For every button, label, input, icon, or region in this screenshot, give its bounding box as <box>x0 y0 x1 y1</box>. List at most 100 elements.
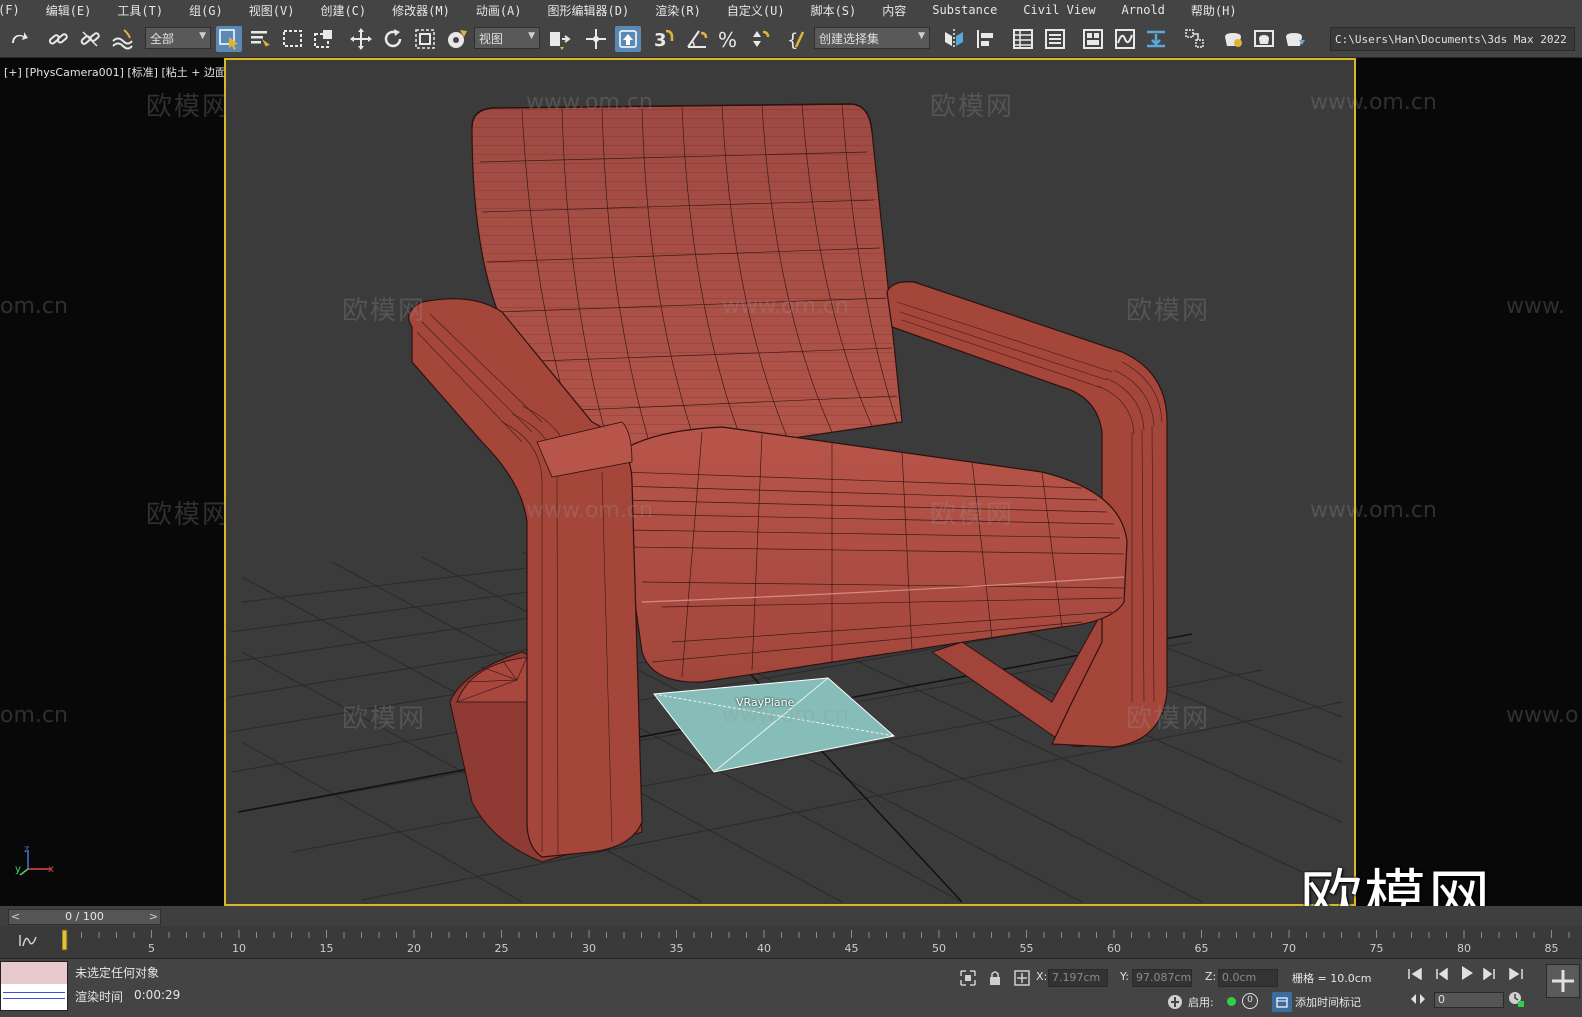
y-coord-field[interactable]: 97.087cm <box>1132 969 1192 987</box>
current-frame-field[interactable]: 0 <box>1434 992 1504 1008</box>
edit-named-selection-icon[interactable]: { <box>785 26 811 52</box>
track-bar[interactable]: 5 10 15 20 25 30 35 40 45 50 55 60 65 70 75 80 85 <box>0 926 1582 959</box>
svg-text:3: 3 <box>654 30 667 51</box>
ruler-tick-label: 60 <box>1107 942 1121 955</box>
menu-item[interactable]: 自定义(U) <box>715 2 799 19</box>
mirror-icon[interactable] <box>941 26 967 52</box>
menu-item[interactable]: 动画(A) <box>464 2 536 19</box>
lock-selection-icon[interactable] <box>985 968 1005 988</box>
named-selection-dropdown[interactable]: 创建选择集 ▼ <box>814 27 930 49</box>
align-icon[interactable] <box>973 26 999 52</box>
ruler-tick-label: 5 <box>148 942 155 955</box>
render-setup-icon[interactable] <box>1220 26 1246 52</box>
transform-mode-icon[interactable] <box>1012 968 1032 988</box>
toggle-ribbon-icon[interactable] <box>1080 26 1106 52</box>
move-icon[interactable] <box>348 26 374 52</box>
selection-filter-value: 全部 <box>150 31 175 46</box>
pivot-center-icon[interactable] <box>546 26 572 52</box>
spinner-snap-icon[interactable] <box>746 26 772 52</box>
keyboard-shortcut-override-icon[interactable] <box>615 26 641 52</box>
frame-display: 0 / 100 <box>65 910 104 923</box>
schematic-view-icon[interactable] <box>1143 26 1169 52</box>
maxscript-mini-listener[interactable] <box>0 961 68 1011</box>
go-to-start-icon[interactable] <box>1405 964 1425 984</box>
previous-frame-icon[interactable] <box>1431 964 1451 984</box>
select-manipulate-icon[interactable] <box>583 26 609 52</box>
selection-status: 未选定任何对象 <box>75 966 160 980</box>
menu-item[interactable]: 渲染(R) <box>643 2 715 19</box>
angle-snap-icon[interactable] <box>684 26 710 52</box>
project-path-field[interactable]: C:\Users\Han\Documents\3ds Max 2022 <box>1330 27 1575 51</box>
mini-curve-editor-icon[interactable] <box>18 932 40 948</box>
layer-explorer-icon[interactable] <box>1042 26 1068 52</box>
menu-item[interactable]: 脚本(S) <box>799 2 871 19</box>
time-slider-prev-button[interactable]: < <box>11 910 20 924</box>
add-time-tag[interactable]: 添加时间标记 <box>1295 994 1361 1010</box>
menu-item[interactable]: 修改器(M) <box>380 2 464 19</box>
selection-filter-dropdown[interactable]: 全部 ▼ <box>145 27 211 49</box>
menu-item[interactable]: 组(G) <box>177 2 237 19</box>
rendered-frame-window-icon[interactable] <box>1251 26 1277 52</box>
redo-icon[interactable] <box>6 26 32 52</box>
menu-item[interactable]: 创建(C) <box>308 2 380 19</box>
menu-item[interactable]: 工具(T) <box>105 2 177 19</box>
ruler-tick-label: 30 <box>582 942 596 955</box>
menu-item[interactable]: Arnold <box>1110 3 1179 17</box>
rotate-icon[interactable] <box>380 26 406 52</box>
adaptive-degradation-icon[interactable] <box>1165 992 1185 1012</box>
scale-icon[interactable] <box>412 26 438 52</box>
next-frame-icon[interactable] <box>1480 964 1500 984</box>
z-coord-field[interactable]: 0.0cm <box>1218 969 1278 987</box>
menu-bar: (F) 编辑(E) 工具(T) 组(G) 视图(V) 创建(C) 修改器(M) 动画(A) 图形… <box>0 0 1582 20</box>
menu-item[interactable]: 编辑(E) <box>34 2 106 19</box>
grid-size: 栅格 = 10.0cm <box>1292 972 1372 985</box>
scene-explorer-icon[interactable] <box>1010 26 1036 52</box>
play-icon[interactable] <box>1457 963 1477 983</box>
viewport-label[interactable]: [+] [PhysCamera001] [标准] [粘土 + 边面] <box>4 64 230 80</box>
key-mode-toggle-icon[interactable] <box>1408 989 1428 1009</box>
percent-snap-icon[interactable]: % <box>715 26 741 52</box>
snaps-toggle-icon[interactable]: 3 <box>651 26 677 52</box>
perspective-viewport[interactable]: VRayPlane <box>224 58 1356 906</box>
time-slider[interactable]: < 0 / 100 > <box>8 909 161 925</box>
menu-item[interactable]: (F) <box>0 3 34 17</box>
select-by-name-icon[interactable] <box>247 26 273 52</box>
bind-spacewarp-icon[interactable] <box>109 26 135 52</box>
curve-editor-icon[interactable] <box>1112 26 1138 52</box>
time-tag-icon[interactable] <box>1272 992 1292 1012</box>
menu-item[interactable]: 内容 <box>870 2 920 19</box>
track-ruler[interactable]: 5 10 15 20 25 30 35 40 45 50 55 60 65 70 75 80 85 <box>62 926 1572 959</box>
reference-coordinate-dropdown[interactable]: 视图 ▼ <box>474 27 540 49</box>
menu-item[interactable]: Substance <box>920 3 1011 17</box>
rectangular-selection-icon[interactable] <box>280 26 306 52</box>
ruler-tick-label: 40 <box>757 942 771 955</box>
unlink-icon[interactable] <box>77 26 103 52</box>
ruler-tick-label: 50 <box>932 942 946 955</box>
named-selection-value: 创建选择集 <box>819 31 880 46</box>
menu-item[interactable]: 帮助(H) <box>1179 2 1251 19</box>
place-object-icon[interactable] <box>444 26 470 52</box>
render-production-icon[interactable] <box>1282 26 1308 52</box>
window-crossing-icon[interactable] <box>311 26 337 52</box>
menu-item[interactable]: Civil View <box>1011 3 1109 17</box>
main-toolbar: 全部 ▼ 视图 ▼ 3 % { 创建选择集 ▼ C:\Users\Han\Docume… <box>0 20 1582 58</box>
ruler-tick-label: 85 <box>1545 942 1559 955</box>
ruler-tick-label: 80 <box>1457 942 1471 955</box>
render-time-label: 渲染时间 <box>75 990 124 1004</box>
enable-count-badge[interactable]: 0 <box>1242 993 1258 1009</box>
x-coord-field[interactable]: 7.197cm <box>1048 969 1108 987</box>
menu-item[interactable]: 视图(V) <box>237 2 309 19</box>
link-icon[interactable] <box>45 26 71 52</box>
isolate-selection-icon[interactable] <box>958 968 978 988</box>
time-marker[interactable] <box>62 929 68 951</box>
menu-item[interactable]: 图形编辑器(D) <box>536 2 644 19</box>
go-to-end-icon[interactable] <box>1506 964 1526 984</box>
select-object-icon[interactable] <box>216 26 242 52</box>
viewport-navigation-maximize-button[interactable] <box>1546 964 1580 998</box>
enable-label: 启用: <box>1188 996 1214 1009</box>
y-coord-label: Y: <box>1120 970 1129 983</box>
time-slider-next-button[interactable]: > <box>149 910 158 924</box>
material-editor-icon[interactable] <box>1182 26 1208 52</box>
scene-render <box>229 103 1343 903</box>
time-configuration-icon[interactable] <box>1506 989 1526 1009</box>
